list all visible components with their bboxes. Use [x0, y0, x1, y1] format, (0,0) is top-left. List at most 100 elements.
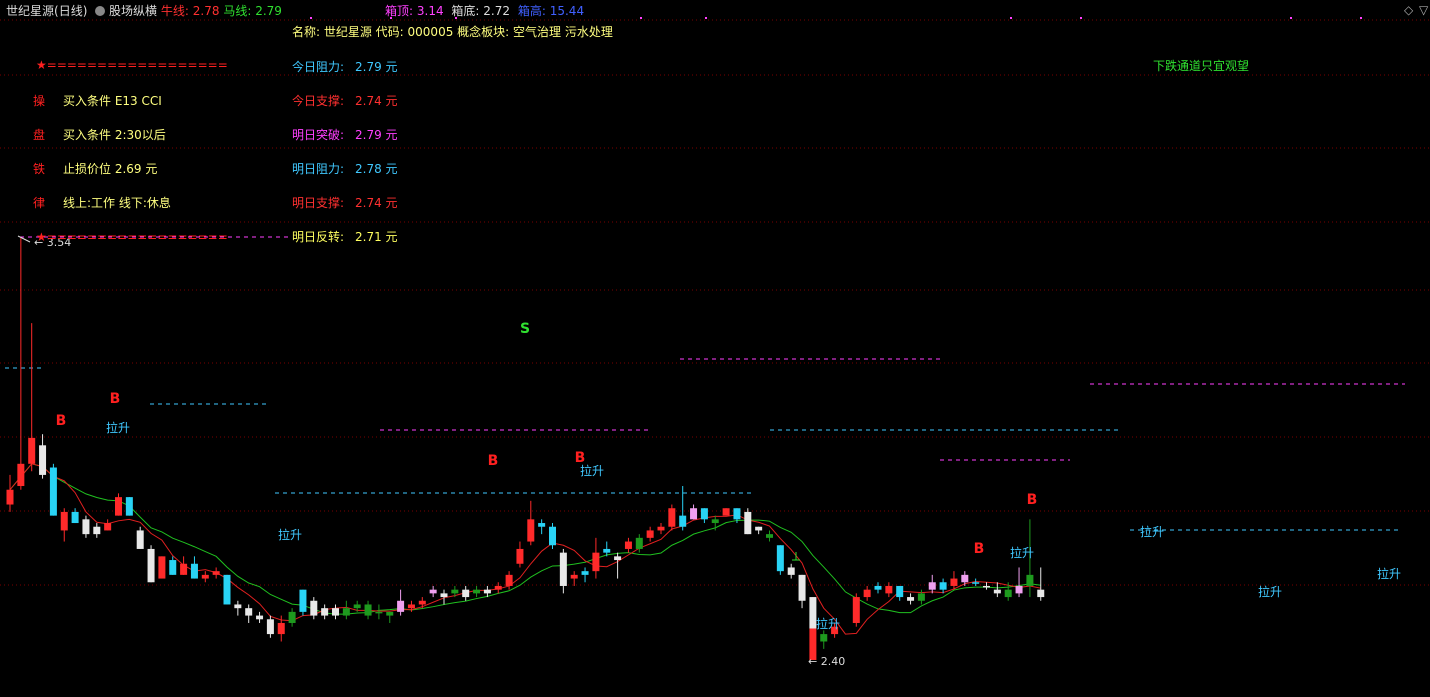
candle-body	[115, 497, 122, 516]
candle-body	[700, 508, 708, 520]
scroll-down-icon[interactable]: ▽	[1419, 3, 1428, 17]
candle-body	[321, 608, 329, 616]
candle-body	[538, 523, 546, 527]
candle-body	[744, 511, 752, 535]
candle-body	[310, 600, 318, 616]
candle-body	[397, 600, 405, 612]
candle-body	[136, 530, 144, 549]
candle-body	[1015, 585, 1023, 594]
candle-body	[928, 582, 936, 590]
box-bottom-label: 箱底:	[451, 4, 480, 18]
candle-body	[820, 634, 828, 642]
rule-text: 买入条件 E13 CCI	[63, 94, 162, 108]
candle-body	[245, 608, 253, 616]
signal-mark: S	[520, 321, 530, 337]
level-value: 2.79 元	[355, 60, 398, 74]
candle-body	[527, 519, 535, 542]
candle-body	[288, 611, 296, 623]
candle-body	[711, 519, 719, 524]
signal-mark: B	[488, 453, 499, 469]
candle-body	[364, 604, 372, 616]
marker-dot	[640, 17, 642, 19]
candle-body	[147, 548, 155, 583]
candle-body	[581, 571, 589, 575]
candle-body	[961, 574, 969, 583]
marker-dot	[1290, 17, 1292, 19]
box-bottom-value: 2.72	[483, 4, 511, 18]
box-height-value: 15.44	[549, 4, 585, 18]
pull-up-label: 拉升	[1258, 584, 1282, 599]
trend-note: 下跌通道只宜观望	[1153, 59, 1250, 73]
candle-body	[49, 467, 57, 516]
pull-up-label: 拉升	[1377, 566, 1401, 581]
candle-body	[125, 497, 133, 516]
candle-body	[917, 593, 925, 601]
rule-text: 止损价位 2.69 元	[63, 162, 158, 176]
level-label: 明日阻力:	[292, 162, 345, 176]
candle-body	[787, 567, 795, 575]
candle-body	[71, 511, 79, 524]
candle-body	[375, 611, 383, 614]
period-label: (日线)	[54, 4, 88, 18]
pull-up-label: 拉升	[278, 527, 302, 542]
candle-body	[17, 463, 25, 487]
candle-body	[234, 604, 242, 609]
candle-body	[635, 537, 643, 549]
candle-body	[885, 585, 893, 594]
rule-key: 盘	[33, 128, 46, 142]
rule-key: 操	[33, 94, 46, 108]
level-value: 2.74 元	[355, 196, 398, 210]
candle-body	[462, 589, 470, 598]
candle-body	[733, 508, 741, 520]
level-label: 今日支撑:	[292, 94, 345, 108]
candle-body	[896, 585, 904, 598]
pull-up-label: 拉升	[106, 420, 130, 435]
bull-line	[9, 463, 1041, 635]
candle-body	[776, 545, 784, 572]
candle-body	[624, 541, 632, 549]
candle-body	[939, 582, 947, 590]
marker-dot	[705, 17, 707, 19]
pull-up-label: 拉升	[1010, 545, 1034, 560]
level-label: 今日阻力:	[292, 60, 345, 74]
kline-chart: ← 3.54← 2.40BBB BSBB拉升拉升拉升拉升拉升拉升拉升拉升	[0, 17, 1430, 668]
candle-body	[1026, 574, 1034, 586]
marker-dot	[1360, 17, 1362, 19]
candle-body	[407, 604, 415, 609]
candle-body	[169, 560, 177, 575]
candle-body	[342, 608, 350, 616]
candle-body	[863, 589, 871, 598]
marker-dot	[310, 17, 312, 19]
marker-dot	[1080, 17, 1082, 19]
indicator-toggle-icon[interactable]	[95, 6, 106, 16]
candle-body	[614, 556, 622, 561]
candle-body	[603, 548, 611, 553]
candle-body	[798, 574, 806, 601]
signal-mark: B	[56, 413, 67, 429]
candle-body	[1037, 589, 1045, 598]
rule-text: 线上:工作 线下:休息	[63, 196, 171, 210]
bull-line-value: 2.78	[192, 4, 220, 18]
divider-line-top: ★==================	[36, 58, 228, 72]
indicator-name[interactable]: 股场纵横	[109, 4, 157, 18]
candle-body	[852, 597, 860, 623]
candle-body	[755, 526, 763, 531]
candle-body	[353, 604, 361, 609]
candle-body	[104, 523, 112, 531]
candle-body	[1004, 589, 1012, 598]
marker-dot	[1010, 17, 1012, 19]
signal-mark: B	[110, 391, 121, 407]
candle-body	[180, 563, 188, 575]
candle-body	[570, 574, 578, 579]
candle-body	[277, 622, 285, 635]
candle-body	[907, 597, 915, 601]
candle-body	[549, 526, 556, 546]
box-top-value: 3.14	[416, 4, 444, 18]
candle-body	[722, 508, 730, 516]
candle-body	[679, 515, 687, 527]
candle-body	[993, 589, 1001, 594]
candle-body	[418, 600, 426, 605]
candle-body	[505, 574, 513, 586]
diamond-icon[interactable]: ◇	[1404, 3, 1413, 17]
candle-body	[201, 574, 209, 579]
